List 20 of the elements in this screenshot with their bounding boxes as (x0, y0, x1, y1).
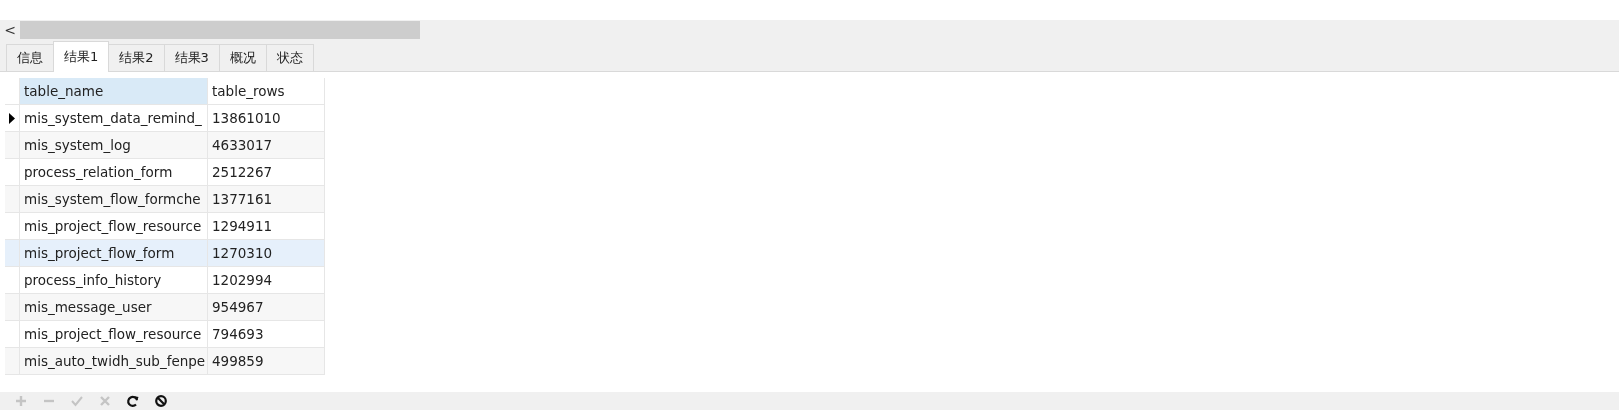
table-cell: 1377161 (208, 186, 325, 213)
table-cell: mis_project_flow_form (20, 240, 208, 267)
scroll-left-button[interactable]: < (0, 20, 20, 40)
current-row-icon (9, 112, 15, 124)
table-cell: mis_system_log (20, 132, 208, 159)
table-cell: 4633017 (208, 132, 325, 159)
tab[interactable]: 结果1 (53, 41, 110, 72)
column-header[interactable]: table_rows (208, 78, 325, 105)
table-cell: 954967 (208, 294, 325, 321)
column-header[interactable]: table_name (20, 78, 208, 105)
table-cell: mis_auto_twidh_sub_fenpe (20, 348, 208, 375)
table-cell: mis_message_user (20, 294, 208, 321)
tab[interactable]: 状态 (265, 44, 314, 71)
table-cell: 499859 (208, 348, 325, 375)
stop-icon[interactable] (154, 394, 168, 408)
refresh-icon[interactable] (126, 394, 140, 408)
scrollbar-thumb[interactable] (20, 21, 420, 39)
table-cell: mis_system_flow_formche (20, 186, 208, 213)
tab[interactable]: 信息 (6, 44, 54, 71)
table-cell: 1270310 (208, 240, 325, 267)
